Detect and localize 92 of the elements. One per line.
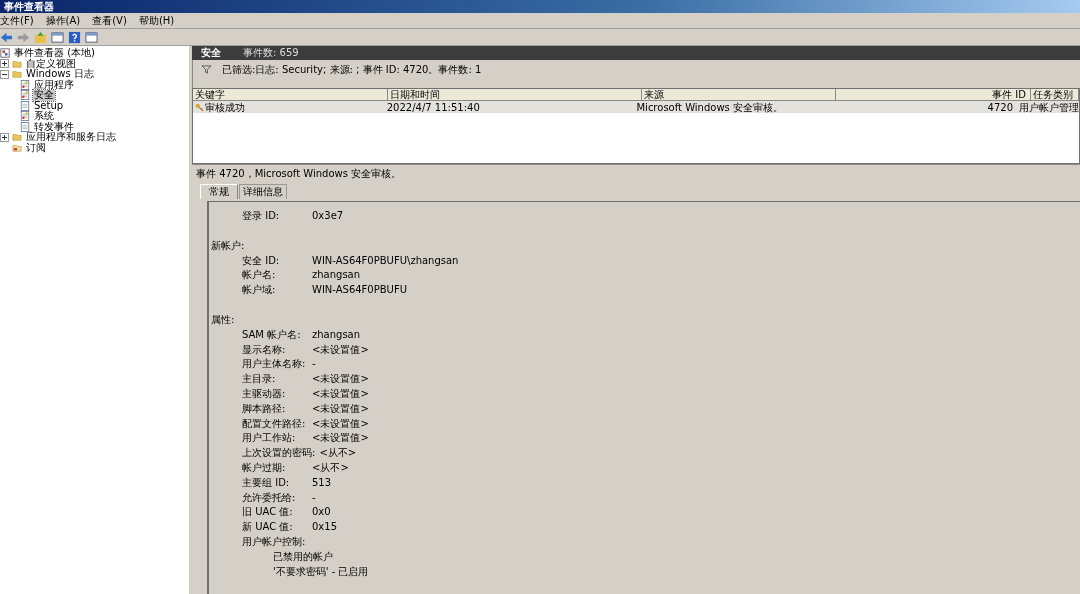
folder-icon xyxy=(12,69,22,80)
folder-icon xyxy=(12,132,22,143)
tree-item[interactable]: 应用程序和服务日志 xyxy=(25,132,117,143)
event-count: 事件数: 659 xyxy=(243,46,299,60)
tree-item[interactable]: 订阅 xyxy=(25,142,47,153)
field-value: <未设置值> xyxy=(312,342,369,357)
log-icon xyxy=(20,121,30,132)
field-label: 旧 UAC 值: xyxy=(242,505,294,520)
field-value: <从不> xyxy=(312,460,349,475)
log-icon xyxy=(20,90,30,101)
field-value: 0x15 xyxy=(312,520,337,535)
log-icon xyxy=(20,100,30,111)
field-value: WIN-AS64F0PBUFU\zhangsan xyxy=(312,253,459,268)
field-value: zhangsan xyxy=(312,327,361,342)
field-label: 帐户过期: xyxy=(242,460,287,475)
tree-item[interactable]: Setup xyxy=(33,100,65,111)
tree-item[interactable]: 应用程序 xyxy=(33,79,75,90)
log-icon xyxy=(20,111,30,122)
tree-item[interactable]: 事件查看器 (本地) xyxy=(13,48,96,59)
tab[interactable]: 详细信息 xyxy=(239,184,287,199)
field-value: <从不> xyxy=(319,446,357,461)
field-label: 用户主体名称: xyxy=(242,357,307,372)
field-label: 帐户域: xyxy=(242,283,277,298)
window-title: 事件查看器 xyxy=(4,0,54,13)
tree-item[interactable]: Windows 日志 xyxy=(25,69,95,80)
folder-up-icon[interactable] xyxy=(34,30,47,44)
column-header[interactable]: 事件 ID xyxy=(836,89,1031,100)
log-icon xyxy=(20,79,30,90)
column-header[interactable]: 任务类别 xyxy=(1031,89,1079,100)
section-label: 属性: xyxy=(211,313,236,327)
field-value: <未设置值> xyxy=(312,416,369,431)
back-arrow-icon[interactable] xyxy=(0,30,13,44)
column-header[interactable]: 关键字 xyxy=(193,89,388,100)
field-value: - xyxy=(312,357,316,372)
expander-icon[interactable] xyxy=(0,132,9,142)
tree-item[interactable]: 系统 xyxy=(33,111,55,122)
field-label: 上次设置的密码: xyxy=(242,446,316,461)
field-value: <未设置值> xyxy=(312,431,369,446)
folder-icon xyxy=(12,142,22,153)
section-label: 新帐户: xyxy=(211,238,246,253)
field-value: 0x0 xyxy=(312,505,331,520)
field-value: zhangsan xyxy=(312,268,361,283)
field-label: 用户帐户控制: xyxy=(242,534,307,549)
table-cell: Microsoft Windows 安全审核。 xyxy=(636,101,783,113)
column-header[interactable]: 来源 xyxy=(642,89,836,100)
menu-item[interactable]: 帮助(H) xyxy=(138,14,175,27)
field-label: 允许委托给: xyxy=(242,490,297,505)
field-label: 用户工作站: xyxy=(242,431,297,446)
filter-text: 已筛选:日志: Security; 来源: ; 事件 ID: 4720。事件数: 1 xyxy=(222,63,482,77)
field-label: 显示名称: xyxy=(242,342,287,357)
flag-text: '不要求密码' - 已启用 xyxy=(272,564,370,579)
expander-icon[interactable] xyxy=(0,59,9,69)
log-name: 安全 xyxy=(201,46,221,60)
field-value: <未设置值> xyxy=(312,386,369,401)
menu-item[interactable]: 查看(V) xyxy=(92,14,127,27)
field-value: WIN-AS64F0PBUFU xyxy=(312,283,407,298)
tree-item[interactable]: 安全 xyxy=(33,90,55,101)
menu-item[interactable]: 文件(F) xyxy=(0,14,34,27)
tree-item[interactable]: 转发事件 xyxy=(33,121,75,132)
table-row[interactable]: 审核成功 2022/4/7 11:51:40 Microsoft Windows 安全审核。 4720 用户帐户管理 xyxy=(193,101,1079,113)
field-label: 登录 ID: xyxy=(242,209,281,223)
table-cell: 审核成功 xyxy=(205,101,245,113)
field-label: 主要组 ID: xyxy=(242,475,291,490)
tree-item[interactable]: 自定义视图 xyxy=(25,58,77,69)
field-label: 新 UAC 值: xyxy=(242,520,294,535)
field-label: 脚本路径: xyxy=(242,401,287,416)
column-header[interactable]: 日期和时间 xyxy=(388,89,642,100)
folder-icon xyxy=(12,58,22,69)
table-cell: 4720 xyxy=(987,101,1013,113)
panel-icon[interactable] xyxy=(85,30,98,44)
key-icon xyxy=(195,102,204,112)
table-cell: 用户帐户管理 xyxy=(1019,101,1079,113)
field-label: 主目录: xyxy=(242,372,277,387)
expander-icon[interactable] xyxy=(0,69,9,79)
field-value: - xyxy=(312,490,316,505)
event-title: 事件 4720，Microsoft Windows 安全审核。 xyxy=(192,164,1080,182)
field-label: 主驱动器: xyxy=(242,386,287,401)
tab[interactable]: 常规 xyxy=(200,184,238,199)
panel-icon[interactable] xyxy=(51,30,64,44)
help-icon[interactable] xyxy=(68,30,81,44)
field-label: 配置文件路径: xyxy=(242,416,307,431)
filter-icon xyxy=(201,65,212,74)
menu-item[interactable]: 操作(A) xyxy=(45,14,81,27)
table-cell: 2022/4/7 11:51:40 xyxy=(386,101,480,113)
field-value: <未设置值> xyxy=(312,401,369,416)
field-value: 513 xyxy=(312,475,332,490)
field-label: 安全 ID: xyxy=(242,253,281,268)
field-label: SAM 帐户名: xyxy=(242,327,302,342)
field-value: 0x3e7 xyxy=(312,209,344,223)
field-value: <未设置值> xyxy=(312,372,369,387)
field-label: 帐户名: xyxy=(242,268,277,283)
flag-text: 已禁用的帐户 xyxy=(272,549,334,564)
